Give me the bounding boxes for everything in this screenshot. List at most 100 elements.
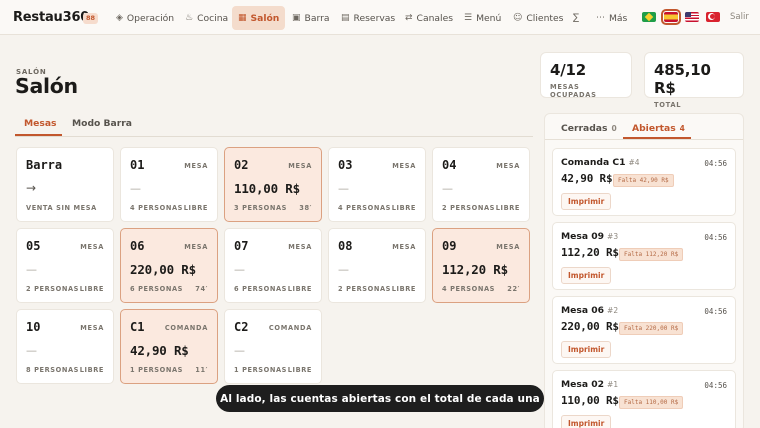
nav-menu[interactable]: ☰ Menú [458, 6, 507, 30]
stat-label: TOTAL [654, 101, 682, 109]
sigma-icon: ∑ [573, 13, 580, 23]
account-remaining-badge: Falta 42,90 R$ [613, 174, 674, 187]
tabs-divider [15, 136, 533, 137]
table-amount: 112,20 R$ [442, 262, 508, 277]
panel-tab-abiertas[interactable]: Abiertas 4 [632, 123, 685, 134]
version-badge: 88 [83, 13, 99, 24]
table-status: LIBRE [287, 366, 312, 374]
panel-divider [545, 139, 743, 140]
table-name: 02 [234, 158, 249, 172]
print-button[interactable]: Imprimir [561, 267, 612, 284]
nav-canales[interactable]: ⇄ Canales [399, 6, 459, 30]
tooltip-toast: Al lado, las cuentas abiertas con el tot… [216, 385, 544, 412]
panel-tab-cerradas[interactable]: Cerradas 0 [561, 123, 617, 134]
table-card-03[interactable]: 03 MESA — 4 PERSONAS LIBRE [328, 147, 426, 222]
arrow-right-icon: → [26, 181, 37, 195]
table-card-barra[interactable]: Barra → VENTA SIN MESA [16, 147, 114, 222]
account-total: 110,00 R$ [561, 394, 619, 407]
table-name: 09 [442, 239, 457, 253]
more-icon: ⋯ [596, 13, 605, 23]
print-button[interactable]: Imprimir [561, 415, 612, 428]
account-card[interactable]: Mesa 06 #2 04:56 220,00 R$ Falta 220,00 R… [552, 296, 736, 364]
table-name: Barra [26, 158, 63, 172]
table-type: COMANDA [268, 324, 312, 332]
salon-icon: ▦ [238, 13, 247, 23]
table-card-08[interactable]: 08 MESA — 2 PERSONAS LIBRE [328, 228, 426, 303]
table-type: MESA [392, 162, 416, 170]
top-bar: Restau360 88 ◈ Operación ♨ Cocina ▦ Salón ▣… [0, 0, 760, 35]
table-type: MESA [80, 324, 104, 332]
nav-barra[interactable]: ▣ Barra [286, 6, 335, 30]
account-time: 04:56 [704, 233, 727, 242]
table-card-c1[interactable]: C1 COMANDA 42,90 R$ 1 PERSONAS 11′ [120, 309, 218, 384]
nav-label: Operación [126, 12, 175, 24]
table-type: MESA [496, 243, 520, 251]
table-card-09[interactable]: 09 MESA 112,20 R$ 4 PERSONAS 22′ [432, 228, 530, 303]
account-card[interactable]: Comanda C1 #4 04:56 42,90 R$ Falta 42,90 … [552, 148, 736, 216]
app-logo[interactable]: Restau360 [13, 10, 89, 25]
table-card-c2[interactable]: C2 COMANDA — 1 PERSONAS LIBRE [224, 309, 322, 384]
table-name: 10 [26, 320, 41, 334]
account-total: 220,00 R$ [561, 320, 619, 333]
table-card-07[interactable]: 07 MESA — 6 PERSONAS LIBRE [224, 228, 322, 303]
nav-reservas[interactable]: ▤ Reservas [335, 6, 401, 30]
table-card-01[interactable]: 01 MESA — 4 PERSONAS LIBRE [120, 147, 218, 222]
nav-clientes[interactable]: ☺ Clientes [507, 6, 569, 30]
canales-icon: ⇄ [405, 13, 413, 23]
account-name: Mesa 09 #3 [561, 231, 618, 242]
stat-total: 485,10 R$ TOTAL [644, 52, 744, 109]
table-card-02[interactable]: 02 MESA 110,00 R$ 3 PERSONAS 38′ [224, 147, 322, 222]
print-button[interactable]: Imprimir [561, 193, 612, 210]
table-card-06[interactable]: 06 MESA 220,00 R$ 6 PERSONAS 74′ [120, 228, 218, 303]
account-card[interactable]: Mesa 02 #1 04:56 110,00 R$ Falta 110,00 R… [552, 370, 736, 428]
nav-label: Más [609, 12, 628, 24]
table-card-04[interactable]: 04 MESA — 2 PERSONAS LIBRE [432, 147, 530, 222]
account-card[interactable]: Mesa 09 #3 04:56 112,20 R$ Falta 112,20 R… [552, 222, 736, 290]
account-title: Comanda C1 [561, 157, 626, 168]
panel-tab-count: 4 [679, 124, 685, 133]
account-number: #3 [607, 232, 619, 241]
print-button[interactable]: Imprimir [561, 341, 612, 358]
table-name: 03 [338, 158, 353, 172]
nav-operacion[interactable]: ◈ Operación [110, 6, 180, 30]
table-status: LIBRE [287, 285, 312, 293]
table-guests: 4 PERSONAS [442, 285, 496, 293]
table-card-05[interactable]: 05 MESA — 2 PERSONAS LIBRE [16, 228, 114, 303]
nav-salon[interactable]: ▦ Salón [232, 6, 286, 30]
table-name: 08 [338, 239, 353, 253]
account-time: 04:56 [704, 159, 727, 168]
nav-mas[interactable]: ⋯ Más [590, 6, 633, 30]
tab-mesas[interactable]: Mesas [24, 118, 57, 129]
logout-link[interactable]: Salir [730, 12, 749, 22]
nav-label: Menú [476, 12, 502, 24]
account-name: Mesa 02 #1 [561, 379, 618, 390]
account-remaining-badge: Falta 220,00 R$ [619, 322, 684, 335]
account-remaining-badge: Falta 110,00 R$ [619, 396, 684, 409]
barra-icon: ▣ [292, 13, 301, 23]
table-card-10[interactable]: 10 MESA — 8 PERSONAS LIBRE [16, 309, 114, 384]
table-name: 01 [130, 158, 145, 172]
account-number: #4 [628, 158, 640, 167]
table-guests: 8 PERSONAS [26, 366, 80, 374]
table-type: MESA [184, 162, 208, 170]
flag-usa-icon[interactable] [685, 12, 699, 22]
table-type: COMANDA [164, 324, 208, 332]
table-elapsed: 11′ [195, 366, 208, 374]
table-amount: 110,00 R$ [234, 181, 300, 196]
table-elapsed: 74′ [195, 285, 208, 293]
nav-sigma[interactable]: ∑ [567, 6, 589, 30]
table-amount: 42,90 R$ [130, 343, 189, 358]
empty-dash: — [234, 344, 245, 357]
account-title: Mesa 02 [561, 379, 605, 390]
tab-modo-barra[interactable]: Modo Barra [72, 118, 132, 129]
nav-cocina[interactable]: ♨ Cocina [179, 6, 234, 30]
flag-turkey-icon[interactable] [706, 12, 720, 22]
flag-brazil-icon[interactable] [642, 12, 656, 22]
table-guests: 2 PERSONAS [442, 204, 496, 212]
account-remaining-badge: Falta 112,20 R$ [619, 248, 684, 261]
account-name: Mesa 06 #2 [561, 305, 618, 316]
nav-label: Barra [304, 12, 330, 24]
table-name: 05 [26, 239, 41, 253]
flag-spain-icon[interactable] [661, 9, 681, 25]
stat-occupied-tables: 4/12 MESAS OCUPADAS [540, 52, 632, 99]
